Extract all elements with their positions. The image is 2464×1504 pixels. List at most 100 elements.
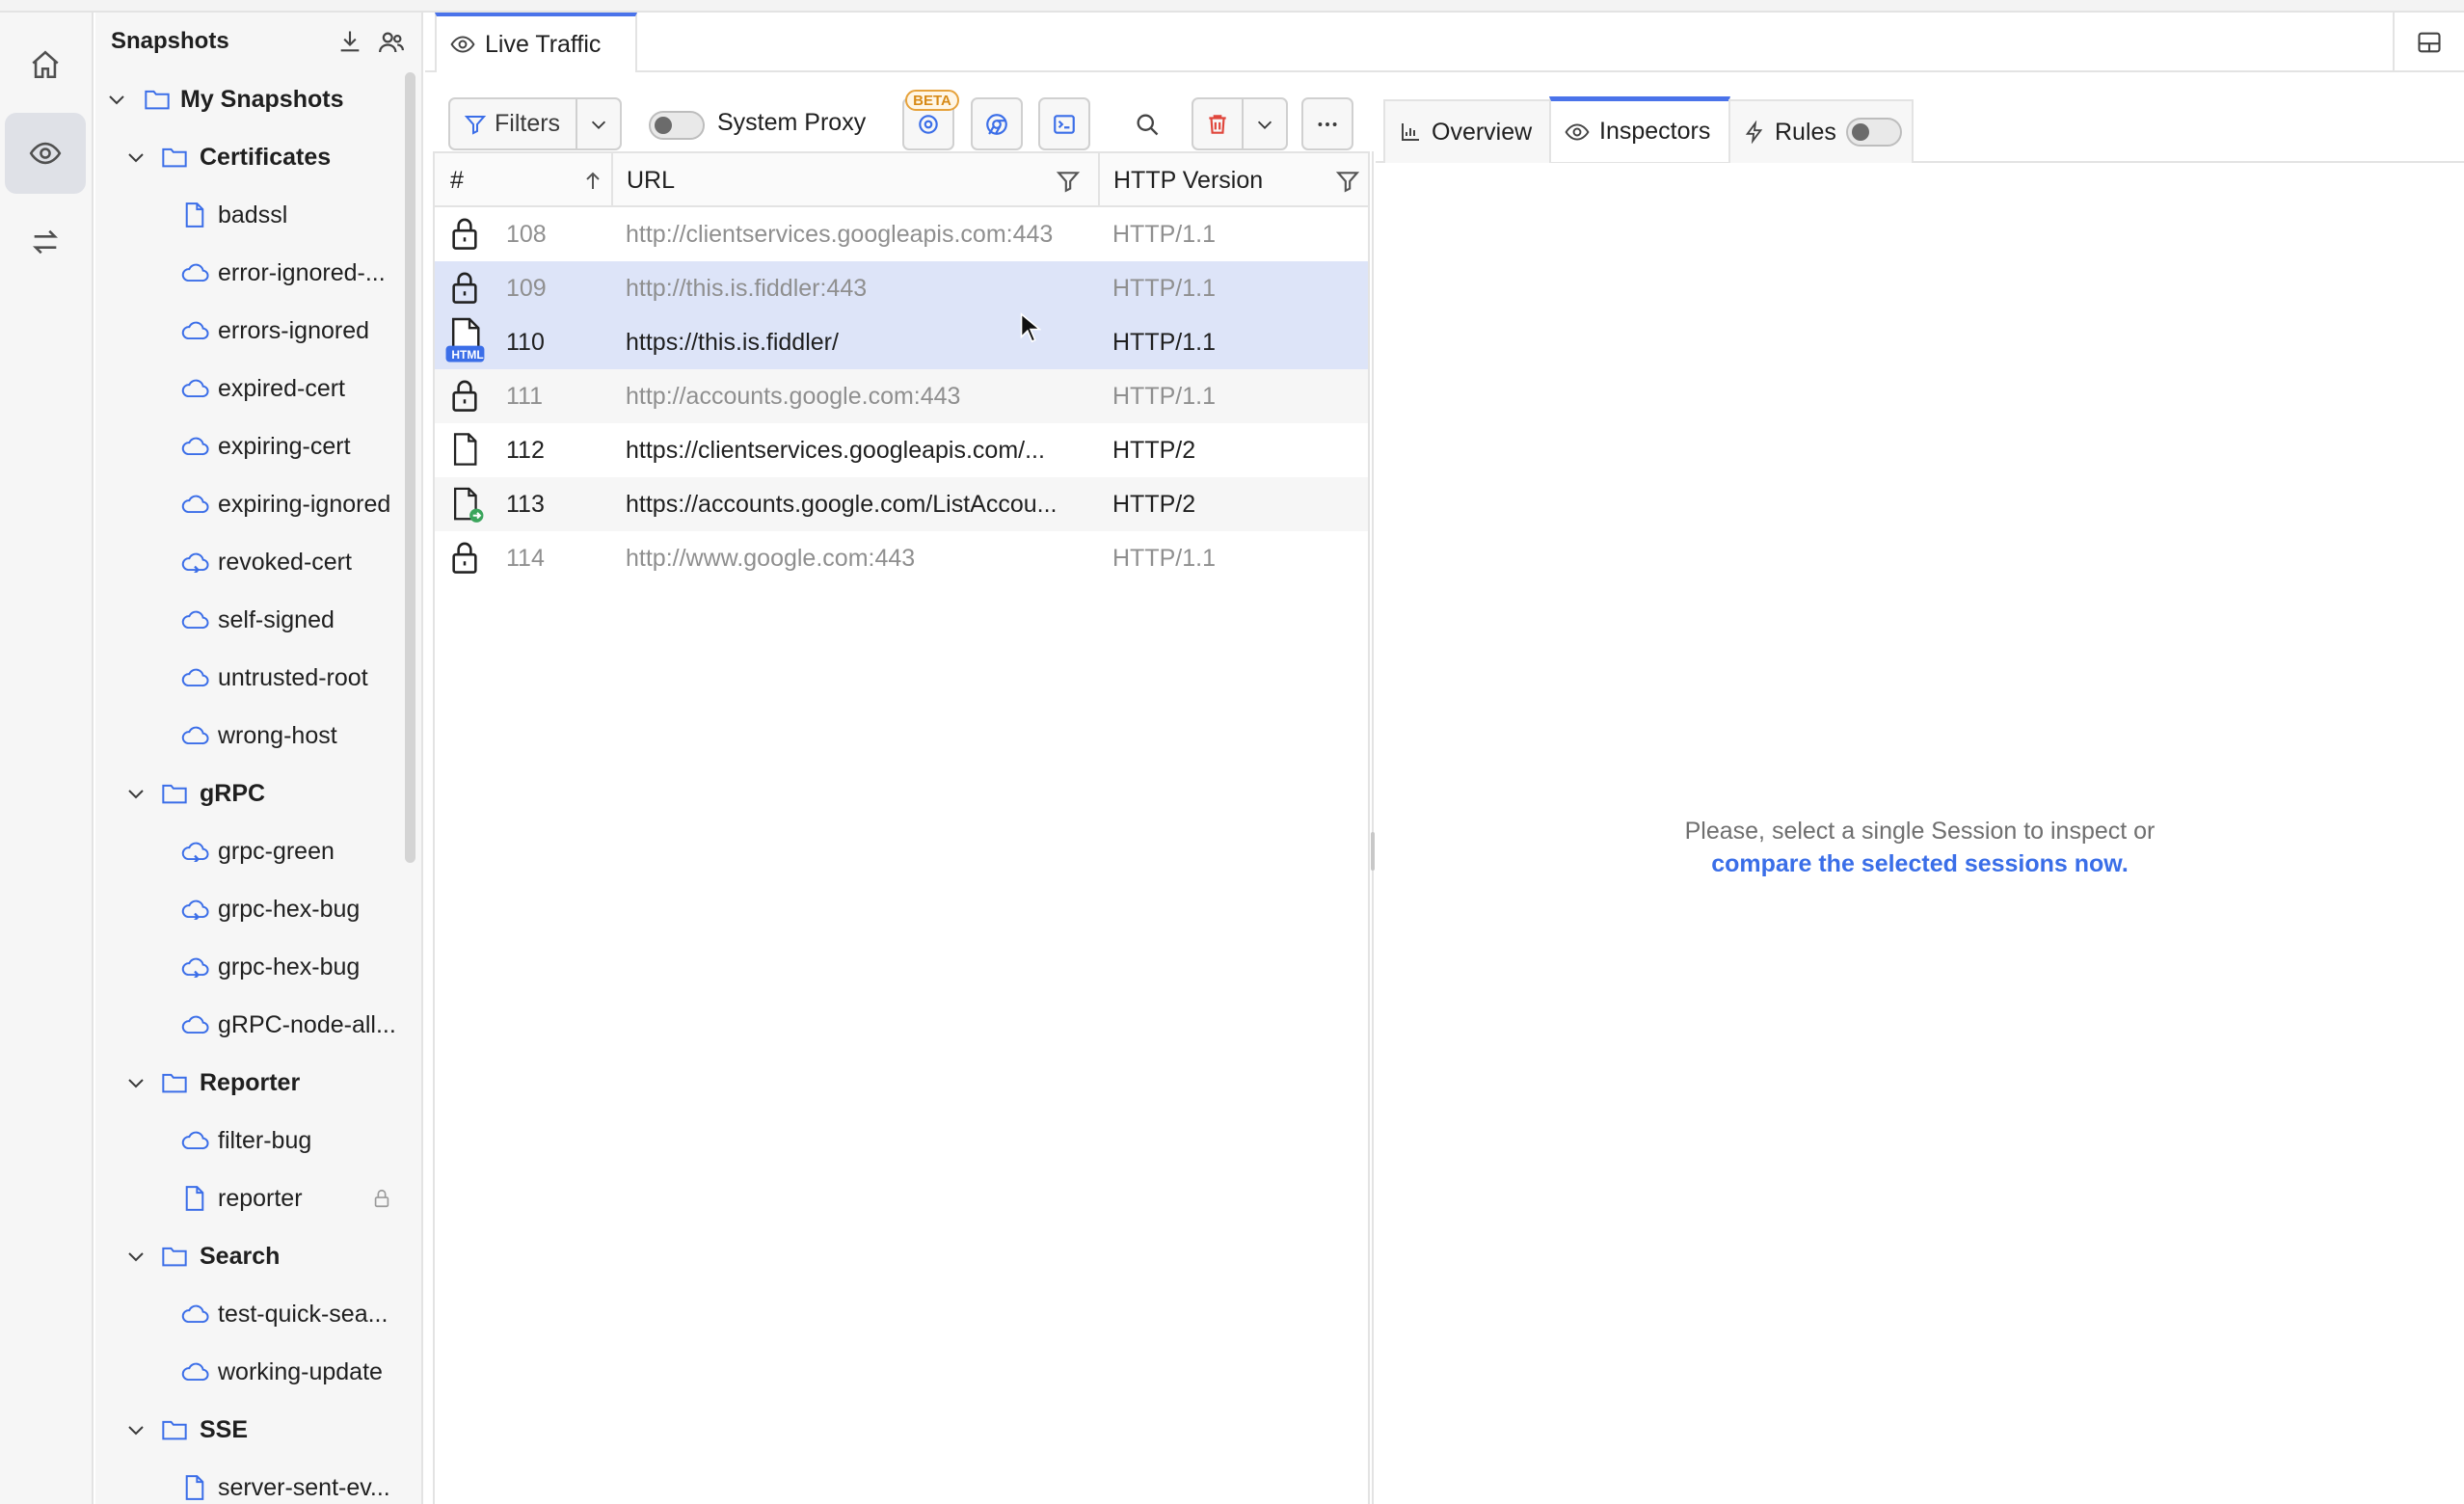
row-http-version: HTTP/1.1 <box>1112 544 1216 572</box>
row-number: 108 <box>506 220 547 248</box>
tree-snapshot-item[interactable]: untrusted-root <box>95 649 402 707</box>
cloud-sync-icon <box>180 841 209 862</box>
table-row[interactable]: HTML 110 https://this.is.fiddler/HTTP/1.1 <box>435 315 1368 369</box>
folder-icon <box>161 1244 188 1269</box>
tree-snapshot-item[interactable]: grpc-hex-bug <box>95 938 402 996</box>
filters-button[interactable]: Filters <box>448 97 577 150</box>
remove-sessions-button[interactable] <box>1192 97 1244 150</box>
tree-snapshot-item[interactable]: error-ignored-... <box>95 244 402 302</box>
tree-folder[interactable]: SSE <box>95 1401 402 1459</box>
cloud-icon <box>180 378 209 399</box>
column-divider[interactable] <box>611 153 613 207</box>
lock-icon <box>371 1188 392 1209</box>
panel-splitter[interactable] <box>1372 151 1374 1504</box>
compare-sessions-link[interactable]: compare the selected sessions now. <box>1376 847 2464 880</box>
document-forward-icon <box>448 485 487 525</box>
column-header-num[interactable]: # <box>450 153 464 207</box>
tree-snapshot-item[interactable]: working-update <box>95 1343 402 1401</box>
chevron-down-icon[interactable] <box>124 146 147 169</box>
tree-label: error-ignored-... <box>218 258 386 286</box>
tree-snapshot-item[interactable]: test-quick-sea... <box>95 1285 402 1343</box>
tree-snapshot-item[interactable]: self-signed <box>95 591 402 649</box>
file-icon <box>184 202 205 228</box>
beta-badge: BETA <box>905 90 959 111</box>
chevron-down-icon[interactable] <box>124 782 147 805</box>
cloud-icon <box>180 609 209 631</box>
tree-snapshot-item[interactable]: filter-bug <box>95 1112 402 1169</box>
row-http-version: HTTP/2 <box>1112 436 1196 464</box>
tree-label: working-update <box>218 1357 383 1385</box>
funnel-icon <box>464 115 487 135</box>
cloud-icon <box>180 320 209 341</box>
window-top-strip <box>0 0 2464 13</box>
tree-label: SSE <box>200 1415 249 1443</box>
search-icon[interactable] <box>1134 111 1161 138</box>
tab-overview[interactable]: Overview <box>1383 99 1551 163</box>
layout-toggle-button[interactable] <box>2393 13 2464 72</box>
tab-rules-label: Rules <box>1775 118 1836 146</box>
table-row[interactable]: 108 http://clientservices.googleapis.com:… <box>435 207 1368 261</box>
splitter-handle[interactable] <box>1371 832 1375 871</box>
tree-snapshot-item[interactable]: server-sent-ev... <box>95 1459 402 1504</box>
tree-snapshot-item[interactable]: grpc-hex-bug <box>95 880 402 938</box>
lightning-icon <box>1745 121 1763 144</box>
tab-overview-label: Overview <box>1432 118 1533 146</box>
main-area: Live Traffic Filters System Proxy BETA #… <box>425 13 2464 1504</box>
url-filter-icon[interactable] <box>1056 169 1081 194</box>
row-number: 111 <box>506 382 544 410</box>
download-icon[interactable] <box>336 28 363 55</box>
html-badge: HTML <box>451 348 484 362</box>
system-proxy-toggle[interactable] <box>649 111 705 140</box>
table-row[interactable]: 114 http://www.google.com:443 HTTP/1.1 <box>435 531 1368 585</box>
more-options-button[interactable] <box>1301 97 1353 150</box>
tree-folder[interactable]: gRPC <box>95 765 402 822</box>
chevron-down-icon[interactable] <box>124 1418 147 1441</box>
tree-snapshot-item[interactable]: errors-ignored <box>95 302 402 360</box>
rules-toggle[interactable] <box>1845 118 1902 147</box>
tree-snapshot-item[interactable]: revoked-cert <box>95 533 402 591</box>
tree-root-my-snapshots[interactable]: My Snapshots <box>95 70 402 128</box>
tree-snapshot-item[interactable]: gRPC-node-all... <box>95 996 402 1054</box>
table-row[interactable]: 111 http://accounts.google.com:443 HTTP/1.… <box>435 369 1368 423</box>
home-icon[interactable] <box>5 24 86 105</box>
tab-inspectors[interactable]: Inspectors <box>1549 96 1730 162</box>
snapshots-header: Snapshots <box>95 13 421 70</box>
tree-snapshot-item[interactable]: grpc-green <box>95 822 402 880</box>
table-row[interactable]: 113 https://accounts.google.com/ListAccou… <box>435 477 1368 531</box>
http-filter-icon[interactable] <box>1335 169 1360 194</box>
chevron-down-icon[interactable] <box>124 1071 147 1094</box>
column-header-url[interactable]: URL <box>627 153 675 207</box>
tree-label: revoked-cert <box>218 548 352 576</box>
sort-ascending-icon[interactable] <box>581 169 604 194</box>
snapshots-scrollbar[interactable] <box>405 72 415 863</box>
tree-folder[interactable]: Certificates <box>95 128 402 186</box>
row-http-version: HTTP/2 <box>1112 490 1196 518</box>
compose-arrows-icon[interactable] <box>5 201 86 282</box>
filters-dropdown-button[interactable] <box>576 97 622 150</box>
tree-folder[interactable]: Reporter <box>95 1054 402 1112</box>
remove-dropdown-button[interactable] <box>1242 97 1288 150</box>
table-row[interactable]: 112 https://clientservices.googleapis.com… <box>435 423 1368 477</box>
table-row[interactable]: 109 http://this.is.fiddler:443 HTTP/1.1 <box>435 261 1368 315</box>
chevron-down-icon[interactable] <box>105 88 128 111</box>
tab-live-traffic[interactable]: Live Traffic <box>435 13 637 72</box>
tree-snapshot-item[interactable]: expiring-ignored <box>95 475 402 533</box>
tree-snapshot-item[interactable]: expiring-cert <box>95 417 402 475</box>
column-header-http-version[interactable]: HTTP Version <box>1113 153 1263 207</box>
tree-snapshot-item[interactable]: badssl <box>95 186 402 244</box>
tree-snapshot-item[interactable]: wrong-host <box>95 707 402 765</box>
tree-snapshot-item[interactable]: reporter <box>95 1169 402 1227</box>
terminal-capture-button[interactable] <box>1038 97 1090 150</box>
shared-users-icon[interactable] <box>377 28 406 57</box>
tab-rules[interactable]: Rules <box>1728 99 1914 163</box>
chevron-down-icon[interactable] <box>124 1245 147 1268</box>
chrome-icon <box>986 113 1007 135</box>
folder-icon <box>161 1070 188 1095</box>
filters-label: Filters <box>495 110 561 137</box>
tree-snapshot-item[interactable]: expired-cert <box>95 360 402 417</box>
column-divider[interactable] <box>1098 153 1100 207</box>
tree-folder[interactable]: Search <box>95 1227 402 1285</box>
live-traffic-eye-icon[interactable] <box>5 113 86 194</box>
browser-capture-button[interactable] <box>971 97 1023 150</box>
file-icon <box>184 1186 205 1211</box>
